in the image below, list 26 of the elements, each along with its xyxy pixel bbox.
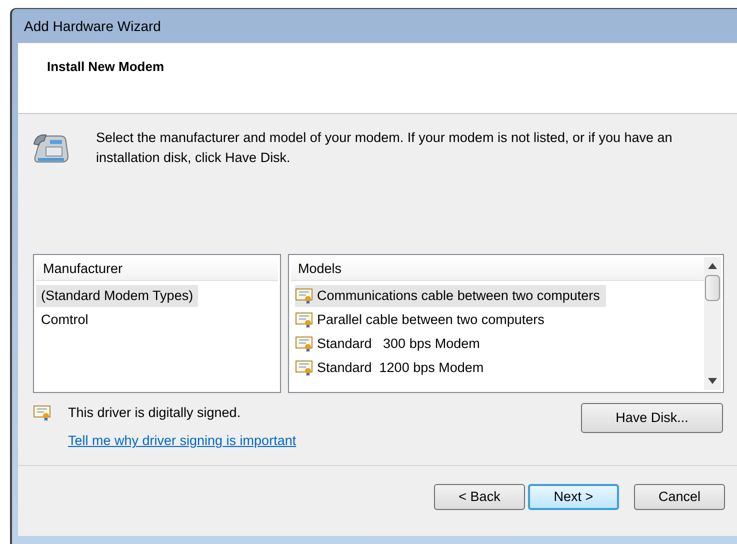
model-item[interactable]: Standard 1200 bps Modem bbox=[295, 357, 490, 379]
driver-signing-link[interactable]: Tell me why driver signing is important bbox=[68, 431, 296, 452]
model-item[interactable]: Standard 300 bps Modem bbox=[295, 333, 486, 355]
wizard-button[interactable]: Cancel bbox=[634, 484, 725, 510]
page-title: Install New Modem bbox=[47, 59, 164, 74]
models-list[interactable]: Models Communications cable between two computers Parallel cable between two computers Standard 300 bps Modem Standard 1200 bps Modem bbox=[288, 254, 724, 393]
have-disk-button[interactable]: Have Disk... bbox=[581, 403, 723, 433]
certificate-icon bbox=[295, 336, 314, 352]
signature-status-text: This driver is digitally signed. bbox=[68, 404, 241, 422]
manufacturer-item[interactable]: Comtrol bbox=[36, 309, 94, 331]
certificate-icon bbox=[295, 288, 314, 304]
model-item[interactable]: Parallel cable between two computers bbox=[295, 309, 550, 331]
instructions-text: Select the manufacturer and model of your modem. If your modem is not listed, or if you have an installation disk, click Have Disk. bbox=[96, 129, 674, 167]
model-item[interactable]: Communications cable between two computers bbox=[295, 285, 606, 307]
certificate-icon bbox=[295, 360, 314, 376]
wizard-button[interactable]: < Back bbox=[434, 484, 525, 510]
wizard-button[interactable]: Next > bbox=[528, 484, 619, 510]
scroll-thumb[interactable] bbox=[705, 275, 720, 301]
certificate-icon bbox=[33, 405, 52, 422]
scroll-up-icon[interactable] bbox=[708, 263, 717, 269]
manufacturer-item[interactable]: (Standard Modem Types) bbox=[36, 285, 198, 307]
manufacturer-list[interactable]: Manufacturer (Standard Modem Types) Comtrol bbox=[33, 254, 281, 393]
window-title: Add Hardware Wizard bbox=[24, 16, 161, 36]
scroll-down-icon[interactable] bbox=[708, 378, 717, 384]
vertical-scrollbar[interactable] bbox=[704, 257, 721, 390]
certificate-icon bbox=[295, 312, 314, 328]
